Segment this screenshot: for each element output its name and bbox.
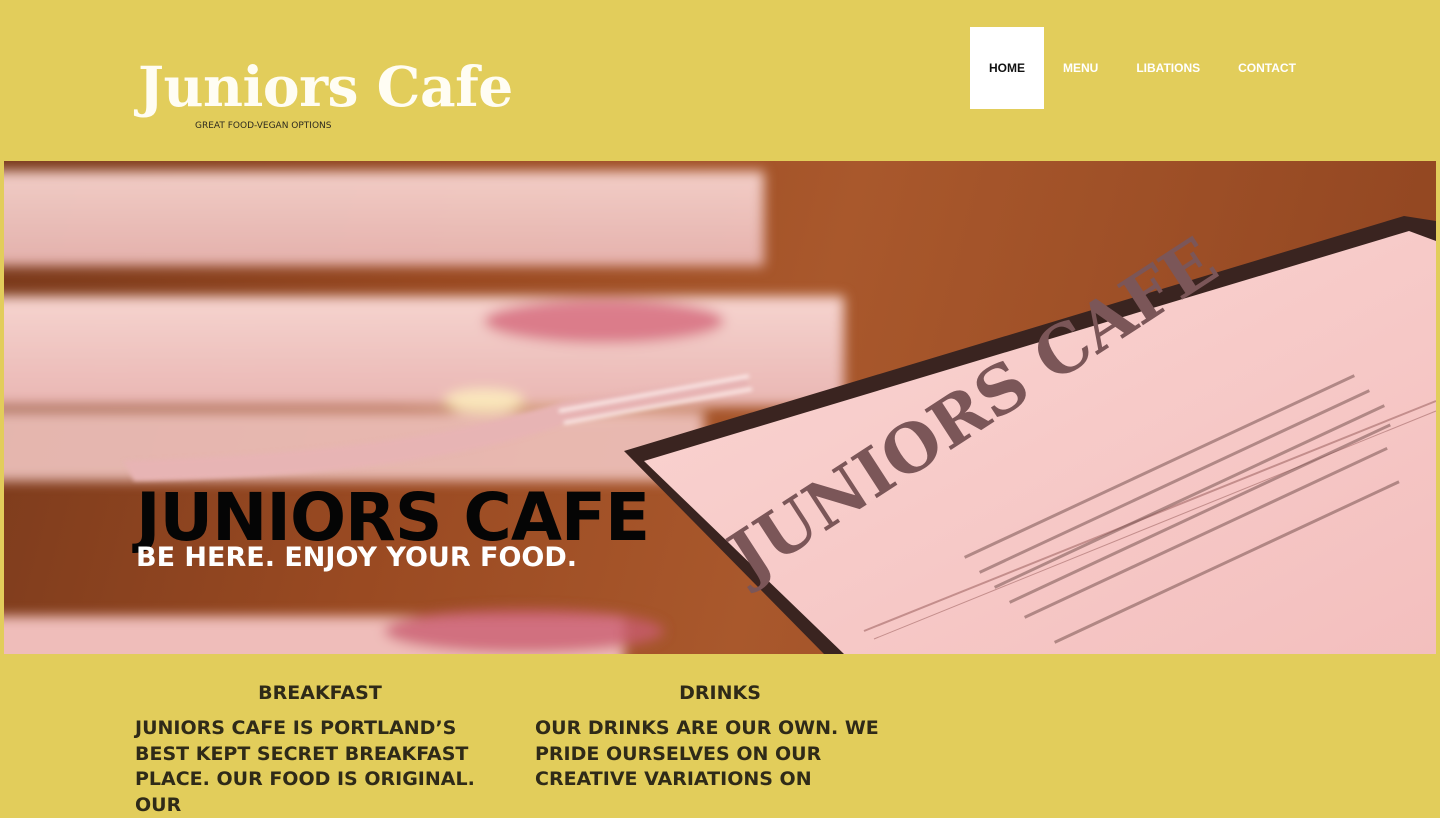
menu-card: JUNIORS CAFE <box>624 216 1436 654</box>
drinks-heading: DRINKS <box>679 682 761 704</box>
main-nav: HOME MENU LIBATIONS CONTACT <box>970 27 1315 109</box>
nav-libations[interactable]: LIBATIONS <box>1117 27 1219 109</box>
drinks-text: OUR DRINKS ARE OUR OWN. WE PRIDE OURSELV… <box>535 717 879 790</box>
napkin-stack <box>4 171 844 654</box>
site-tagline: GREAT FOOD-VEGAN OPTIONS <box>195 121 332 131</box>
nav-home[interactable]: HOME <box>970 27 1044 109</box>
hero-banner: JUNIORS CAFE JUNIORS CAFE BE HERE. ENJOY… <box>4 161 1436 654</box>
breakfast-heading: BREAKFAST <box>258 682 382 704</box>
site-logo-title[interactable]: Juniors Cafe <box>138 54 513 120</box>
site-header: Juniors Cafe GREAT FOOD-VEGAN OPTIONS HO… <box>0 0 1440 161</box>
breakfast-text: JUNIORS CAFE IS PORTLAND’S BEST KEPT SEC… <box>135 717 475 816</box>
breakfast-section: BREAKFAST JUNIORS CAFE IS PORTLAND’S BES… <box>135 680 510 818</box>
nav-contact[interactable]: CONTACT <box>1219 27 1315 109</box>
drinks-section: DRINKS OUR DRINKS ARE OUR OWN. WE PRIDE … <box>535 680 880 793</box>
hero-subtitle: BE HERE. ENJOY YOUR FOOD. <box>136 542 578 573</box>
nav-menu[interactable]: MENU <box>1044 27 1117 109</box>
hero-photo: JUNIORS CAFE <box>4 171 1436 654</box>
